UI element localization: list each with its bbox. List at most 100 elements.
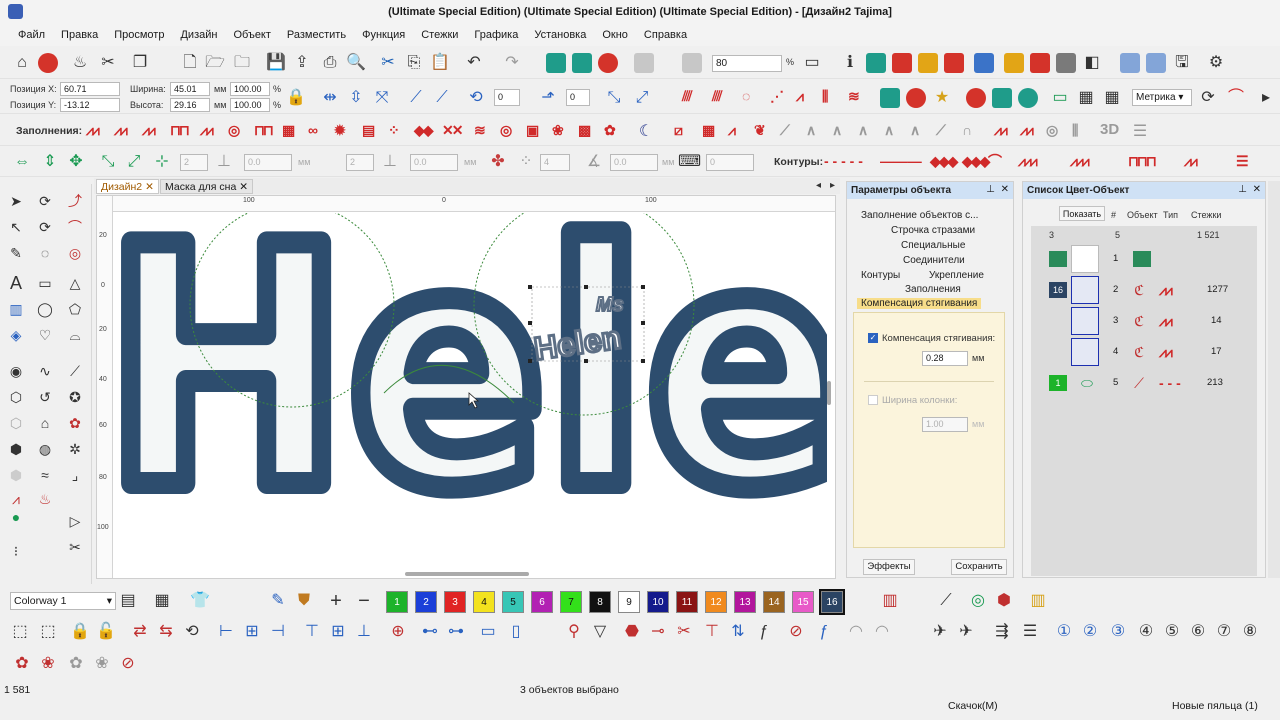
pattern-icon[interactable]: ✤ — [488, 152, 508, 172]
flower-outline-icon[interactable]: ✿ — [12, 654, 32, 674]
collapsed-panel[interactable] — [1268, 181, 1280, 578]
motif-box-icon[interactable]: ▦ — [702, 122, 715, 138]
more-icon[interactable]: ▸ — [1256, 88, 1276, 108]
tab-rhinestone[interactable]: Строчка стразами — [891, 225, 975, 236]
group-icon[interactable]: ⬚ — [38, 622, 58, 642]
color-swatch-16[interactable]: 16 — [819, 589, 845, 615]
fill-maze-icon[interactable]: ▩ — [578, 122, 591, 138]
stitch-type-comb-icon[interactable]: ⫼ — [822, 88, 829, 104]
colorway-select[interactable]: Colorway 1 ▾ — [10, 592, 116, 610]
rotate-field[interactable]: 0 — [494, 89, 520, 106]
bitmap-icon[interactable]: ◧ — [1082, 53, 1102, 73]
align-center-icon[interactable]: ✥ — [66, 152, 86, 172]
spacing-icon-1[interactable]: ⊥ — [214, 152, 234, 172]
contour-arc-icon[interactable]: ⌒ — [988, 153, 1002, 169]
flower-fill-icon[interactable]: ❀ — [38, 654, 58, 674]
disabled-tool-icon[interactable]: ⬢ — [5, 464, 27, 486]
color-swatch-12[interactable]: 12 — [705, 591, 727, 613]
repeat-icon[interactable]: ⟲ — [182, 622, 202, 642]
fill-chain-icon[interactable]: ◎ — [228, 122, 240, 138]
house-tool-icon[interactable]: ⌂ — [34, 412, 56, 434]
contour-bean-icon[interactable]: ◆◆◆ — [930, 153, 958, 169]
hexagon-tool-icon[interactable]: ⬡ — [5, 386, 27, 408]
funnel-icon[interactable]: ▽ — [590, 622, 610, 642]
menu-object[interactable]: Объект — [225, 24, 278, 46]
spacing-field-4[interactable]: 0.0 — [410, 154, 458, 171]
zoom-box-icon[interactable]: ▭ — [802, 53, 822, 73]
cut-icon[interactable]: ✂ — [378, 53, 398, 73]
function-icon[interactable]: ƒ — [754, 622, 774, 642]
shirt-icon[interactable] — [992, 88, 1012, 108]
open-file-icon[interactable]: 🗁 — [205, 53, 225, 73]
select-tool-icon[interactable]: ➤ — [5, 190, 27, 212]
color-wheel-icon[interactable] — [598, 53, 618, 73]
frame-out-icon[interactable]: ✈ — [930, 622, 950, 642]
library-icon[interactable] — [1146, 53, 1166, 73]
fill-twist-icon[interactable]: ❀ — [552, 122, 564, 138]
align-right-icon[interactable]: ⊣ — [268, 622, 288, 642]
star-tool-icon[interactable]: ✪ — [64, 386, 86, 408]
mirror-horizontal-icon[interactable]: ⇹ — [320, 88, 340, 108]
list-item[interactable]: 16 2 ℭ ⩘⩘ 1277 — [1031, 275, 1257, 305]
stacked-lines-icon[interactable]: ☰ — [1130, 122, 1150, 142]
flower-grey2-icon[interactable]: ❀ — [92, 654, 112, 674]
stitch-player-icon[interactable] — [682, 53, 702, 73]
list-icon[interactable]: ☰ — [1020, 622, 1040, 642]
center-target-icon[interactable]: ⊕ — [388, 622, 408, 642]
layer-3-icon[interactable]: ③ — [1108, 622, 1128, 642]
angle-icon[interactable]: ∡ — [584, 152, 604, 172]
contour-diamond-icon[interactable]: ◆◆◆ — [962, 153, 990, 169]
function-x-icon[interactable]: ƒ — [814, 622, 834, 642]
select-all-icon[interactable]: ⬚ — [10, 622, 30, 642]
horizontal-scrollbar[interactable] — [405, 572, 529, 576]
stitch-type-wave-icon[interactable]: ≋ — [848, 88, 860, 104]
stitch-edit-icon[interactable]: ✎ — [5, 242, 27, 264]
text-tool-icon[interactable]: A — [5, 272, 27, 294]
reshape-icon[interactable]: ⤡ — [604, 88, 624, 108]
motif-tri2-icon[interactable]: ∧ — [832, 122, 842, 138]
thread-grid-icon[interactable]: ▦ — [152, 591, 172, 611]
spacing-field-6[interactable]: 0.0 — [610, 154, 658, 171]
stitch-type-zigzag-icon[interactable]: ⩘ — [796, 88, 804, 104]
motif-zigzag-icon[interactable]: ⩘ — [728, 122, 736, 138]
grid-icon[interactable] — [1030, 53, 1050, 73]
stitch-dots-icon[interactable]: ⁝ — [5, 540, 27, 562]
new-file-icon[interactable]: 🗋 — [180, 53, 200, 73]
tab-scroll-right-icon[interactable]: ▸ — [830, 180, 835, 191]
stop-icon[interactable]: ⬣ — [622, 622, 642, 642]
send-to-machine-icon[interactable] — [546, 53, 566, 73]
motif-tri4-icon[interactable]: ∧ — [884, 122, 894, 138]
color-swatch-7[interactable]: 7 — [560, 591, 582, 613]
cube-icon[interactable]: ⬢ — [994, 591, 1014, 611]
home-icon[interactable]: ⌂ — [12, 53, 32, 73]
fill-cross-icon[interactable]: ✕✕ — [442, 122, 464, 138]
heart-tool-icon[interactable]: ♡ — [34, 324, 56, 346]
scale-x-field[interactable]: 100.00 — [230, 82, 270, 96]
paint-bucket-icon[interactable]: ⛊ — [294, 591, 314, 611]
hoop-icon[interactable] — [634, 53, 654, 73]
stitch-type-leaf-icon[interactable]: ◌ — [742, 88, 750, 104]
eyedropper-icon[interactable]: ✎ — [268, 591, 288, 611]
applique-tool-icon[interactable]: ♨ — [34, 488, 56, 510]
appliqué-icon[interactable] — [966, 88, 986, 108]
fill-wave-icon[interactable]: ⩘⩘ — [142, 122, 156, 138]
ellipse-tool-icon[interactable]: ◯ — [34, 298, 56, 320]
fill-satin-icon[interactable]: ⩘⩘ — [86, 122, 100, 138]
column-width-checkbox[interactable] — [868, 395, 878, 405]
zoom-select[interactable]: 80 — [712, 55, 782, 72]
close-icon[interactable]: ✕ — [1253, 184, 1261, 195]
spacing-field-2[interactable]: 0.0 — [244, 154, 292, 171]
motif-curve-icon[interactable]: ∩ — [962, 122, 972, 138]
copy-icon[interactable]: ⎘ — [404, 53, 424, 73]
motif-tri3-icon[interactable]: ∧ — [858, 122, 868, 138]
redo-icon[interactable]: ↷ — [502, 53, 522, 73]
arrows-icon[interactable]: ⇅ — [728, 622, 748, 642]
color-swatch-10[interactable]: 10 — [647, 591, 669, 613]
team-names-icon[interactable]: ◈ — [5, 324, 27, 346]
hoop-display-icon[interactable] — [974, 53, 994, 73]
balloon-icon[interactable]: ♨ — [70, 53, 90, 73]
rotate-icon[interactable]: ⟲ — [466, 88, 486, 108]
pages-icon[interactable]: ❐ — [130, 53, 150, 73]
fill-flower-icon[interactable]: ✿ — [604, 122, 616, 138]
color-sequence-icon[interactable] — [944, 53, 964, 73]
